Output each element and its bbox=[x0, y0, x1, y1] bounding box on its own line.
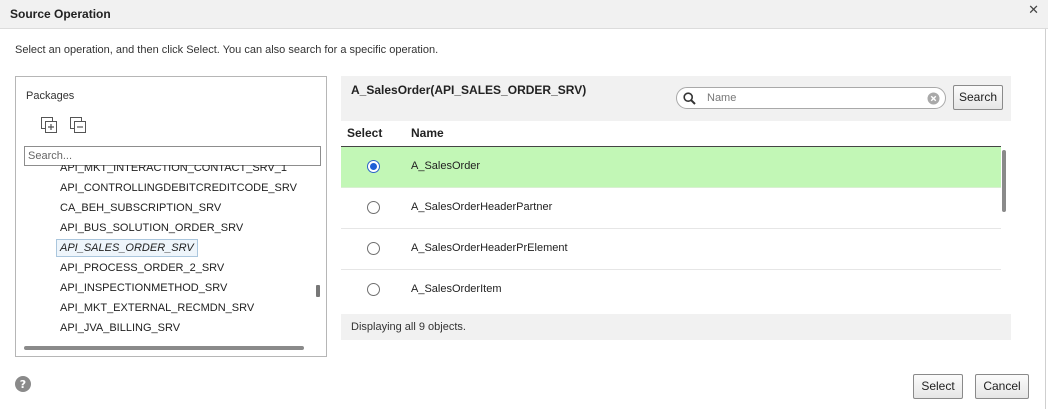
operation-row[interactable]: A_SalesOrder bbox=[341, 147, 1001, 188]
help-icon[interactable]: ? bbox=[15, 376, 31, 395]
operations-title: A_SalesOrder(API_SALES_ORDER_SRV) bbox=[351, 83, 587, 97]
close-icon[interactable]: ✕ bbox=[1028, 3, 1039, 17]
operation-row[interactable]: A_SalesOrderHeaderPrElement bbox=[341, 229, 1001, 270]
instructions-text: Select an operation, and then click Sele… bbox=[15, 44, 439, 56]
package-item[interactable]: API_BUS_SOLUTION_ORDER_SRV bbox=[60, 219, 243, 237]
packages-search-input[interactable] bbox=[24, 146, 321, 166]
package-item[interactable]: CA_BEH_SUBSCRIPTION_SRV bbox=[60, 199, 221, 217]
operation-name: A_SalesOrderHeaderPartner bbox=[411, 201, 553, 213]
select-button[interactable]: Select bbox=[913, 374, 963, 399]
dialog-titlebar: Source Operation ✕ bbox=[0, 0, 1048, 29]
operation-row[interactable]: A_SalesOrderHeaderPartner bbox=[341, 188, 1001, 229]
operation-search-input[interactable] bbox=[705, 90, 915, 106]
operation-search-box bbox=[676, 87, 946, 109]
packages-vertical-scrollbar[interactable] bbox=[316, 285, 320, 297]
svg-text:?: ? bbox=[20, 378, 26, 391]
package-item[interactable]: API_CONTROLLINGDEBITCREDITCODE_SRV bbox=[60, 179, 297, 197]
row-radio-checked[interactable] bbox=[367, 160, 380, 173]
expand-all-icon[interactable] bbox=[41, 117, 57, 133]
operations-header: A_SalesOrder(API_SALES_ORDER_SRV) Search bbox=[341, 76, 1011, 121]
dialog-border bbox=[1045, 29, 1046, 409]
operation-name: A_SalesOrder bbox=[411, 160, 481, 172]
column-header-select: Select bbox=[347, 126, 383, 140]
column-header-name[interactable]: Name bbox=[411, 126, 444, 140]
row-radio[interactable] bbox=[367, 242, 380, 255]
package-item[interactable]: API_MKT_INTERACTION_CONTACT_SRV_1 bbox=[60, 165, 287, 177]
operation-row[interactable]: A_SalesOrderItem bbox=[341, 270, 1001, 311]
package-item[interactable]: API_INSPECTIONMETHOD_SRV bbox=[60, 279, 227, 297]
search-button[interactable]: Search bbox=[953, 85, 1003, 110]
collapse-all-icon[interactable] bbox=[70, 117, 86, 133]
status-text: Displaying all 9 objects. bbox=[351, 321, 466, 333]
clear-search-icon[interactable] bbox=[927, 92, 940, 108]
packages-panel: Packages API_MKT_INTERACTION_CONTACT_SRV… bbox=[15, 76, 327, 357]
operations-vertical-scrollbar[interactable] bbox=[1002, 150, 1006, 212]
status-bar: Displaying all 9 objects. bbox=[341, 314, 1011, 340]
dialog-title: Source Operation bbox=[10, 7, 111, 21]
row-radio[interactable] bbox=[367, 201, 380, 214]
packages-horizontal-scrollbar[interactable] bbox=[24, 346, 304, 350]
operation-name: A_SalesOrderItem bbox=[411, 283, 502, 295]
packages-list: API_MKT_INTERACTION_CONTACT_SRV_1 API_CO… bbox=[16, 165, 314, 335]
search-icon bbox=[683, 92, 696, 108]
package-item[interactable]: API_PROCESS_ORDER_2_SRV bbox=[60, 259, 224, 277]
row-radio[interactable] bbox=[367, 283, 380, 296]
cancel-button[interactable]: Cancel bbox=[975, 374, 1029, 399]
packages-label: Packages bbox=[26, 90, 75, 102]
package-item-selected[interactable]: API_SALES_ORDER_SRV bbox=[56, 239, 198, 257]
operation-name: A_SalesOrderHeaderPrElement bbox=[411, 242, 568, 254]
package-item[interactable]: API_MKT_EXTERNAL_RECMDN_SRV bbox=[60, 299, 254, 317]
package-item[interactable]: API_JVA_BILLING_SRV bbox=[60, 319, 180, 335]
